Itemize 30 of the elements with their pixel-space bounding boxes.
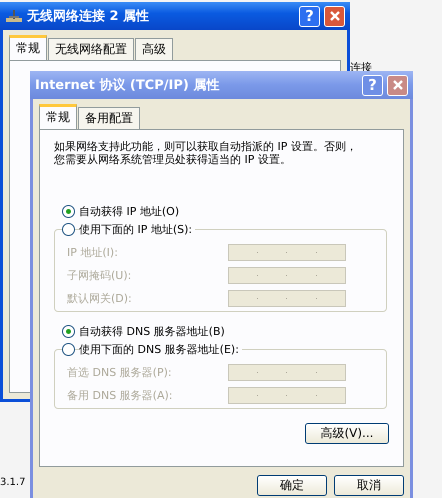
close-button[interactable] [387,74,408,96]
window-title: Internet 协议 (TCP/IP) 属性 [35,76,220,94]
dialog-button[interactable]: 确定 [257,475,327,496]
description-text: 如果网络支持此功能，则可以获取自动指派的 IP 设置。否则， [54,140,357,153]
desktop-text: 3.1.7 [0,477,26,488]
description-text: 您需要从网络系统管理员处获得适当的 IP 设置。 [54,153,291,166]
radio-button[interactable] [62,342,75,356]
tab[interactable]: 高级 [135,38,173,60]
radio-label[interactable]: 使用下面的 IP 地址(S): [79,222,196,236]
field-label: 子网掩码(U): [67,268,132,283]
radio-button[interactable] [62,204,75,218]
field-label: 默认网关(D): [67,291,132,306]
advanced-button[interactable]: 高级(V)... [305,423,389,444]
field-label: IP 地址(I): [67,245,118,260]
tab[interactable]: 无线网络配置 [48,38,134,60]
window-title: 无线网络连接 2 属性 [27,8,150,25]
field-label: 备用 DNS 服务器(A): [67,388,172,403]
close-button[interactable] [324,6,345,26]
close-icon [328,10,340,22]
dialog-button[interactable]: 取消 [334,475,404,496]
tab[interactable]: 常规 [39,104,77,129]
network-icon [5,9,23,23]
field-label: 首选 DNS 服务器(P): [67,365,172,380]
help-button[interactable]: ? [299,6,320,26]
tab[interactable]: 备用配置 [78,107,140,129]
close-icon [392,79,404,91]
tab[interactable]: 常规 [9,35,47,60]
radio-button[interactable] [62,222,75,236]
radio-button[interactable] [62,324,75,338]
radio-label[interactable]: 使用下面的 DNS 服务器地址(E): [79,342,242,356]
